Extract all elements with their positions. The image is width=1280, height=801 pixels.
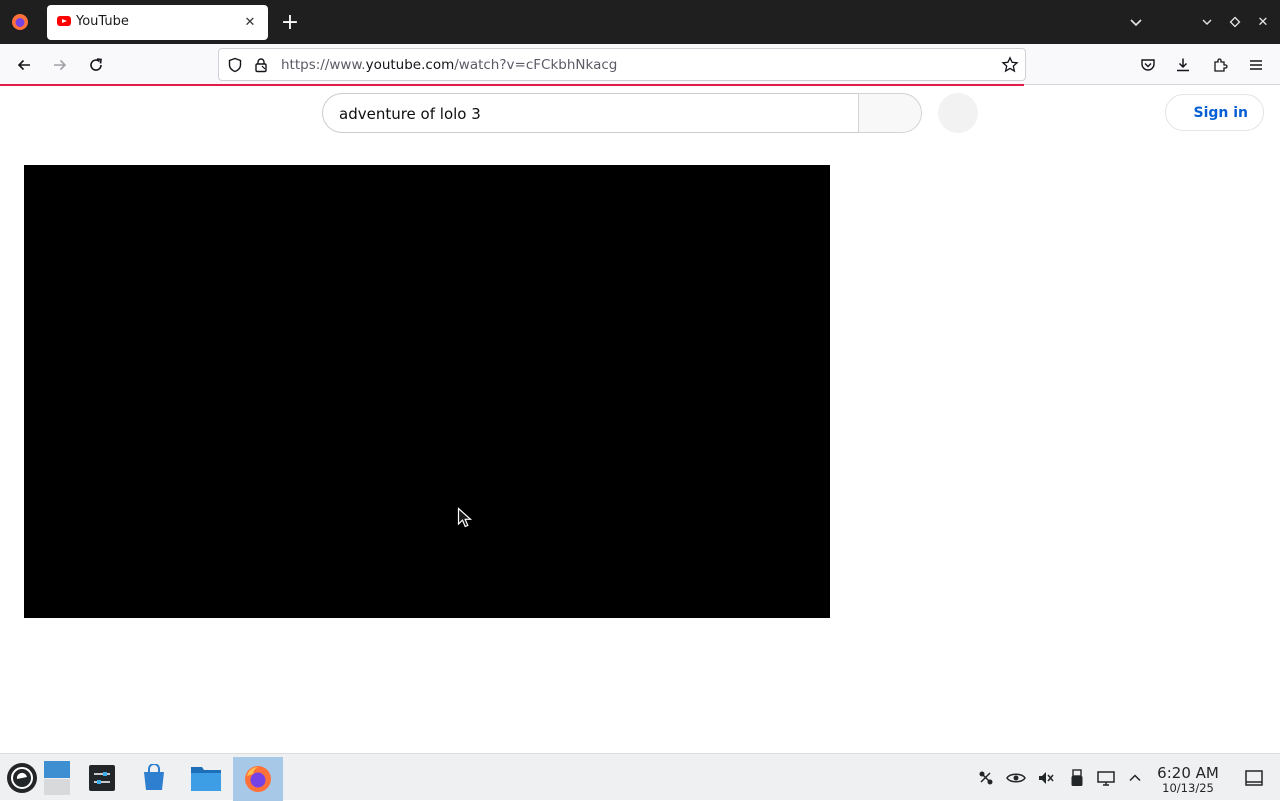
shield-icon[interactable] xyxy=(227,57,243,77)
forward-arrow-icon[interactable] xyxy=(47,52,73,78)
voice-search-button[interactable] xyxy=(938,93,978,133)
desktop-pager-icon[interactable] xyxy=(42,758,72,798)
reload-icon[interactable] xyxy=(83,52,109,78)
url-text: https://www.youtube.com/watch?v=cFCkbhNk… xyxy=(281,57,618,73)
hamburger-menu-icon[interactable] xyxy=(1243,52,1269,78)
sign-in-label: Sign in xyxy=(1193,105,1248,121)
firefox-taskbar-icon[interactable] xyxy=(233,757,283,801)
chevron-down-icon[interactable] xyxy=(1124,10,1148,34)
volume-muted-icon[interactable] xyxy=(1036,768,1056,788)
pocket-icon[interactable] xyxy=(1135,52,1161,78)
video-player[interactable] xyxy=(24,165,830,618)
search-button[interactable] xyxy=(858,93,922,133)
tab-title: YouTube xyxy=(76,14,129,29)
clock-date[interactable]: 10/13/25 xyxy=(1150,781,1226,795)
page-load-progress xyxy=(0,84,1024,86)
youtube-favicon xyxy=(57,16,71,26)
extensions-icon[interactable] xyxy=(1207,52,1233,78)
plus-icon[interactable]: + xyxy=(278,10,302,35)
search-input[interactable]: adventure of lolo 3 xyxy=(322,93,859,133)
firefox-icon[interactable] xyxy=(8,10,32,34)
close-window-icon[interactable]: ✕ xyxy=(1253,12,1273,32)
sign-in-button[interactable]: Sign in xyxy=(1165,94,1264,131)
maximize-icon[interactable] xyxy=(1225,12,1245,32)
network-icon[interactable] xyxy=(976,768,996,788)
display-icon[interactable] xyxy=(1096,768,1116,788)
toolbar-separator xyxy=(1024,84,1280,85)
browser-tab-strip: YouTube ✕ + ✕ xyxy=(0,0,1280,44)
clock-time[interactable]: 6:20 AM xyxy=(1150,764,1226,782)
url-bar[interactable]: https://www.youtube.com/watch?v=cFCkbhNk… xyxy=(218,48,1026,81)
eye-icon[interactable] xyxy=(1006,768,1026,788)
lock-icon[interactable] xyxy=(253,57,269,77)
file-manager-icon[interactable] xyxy=(187,758,225,798)
download-icon[interactable] xyxy=(1170,52,1196,78)
chevron-up-icon[interactable] xyxy=(1125,768,1145,788)
navigation-toolbar: https://www.youtube.com/watch?v=cFCkbhNk… xyxy=(0,44,1280,85)
software-store-icon[interactable] xyxy=(136,758,172,798)
usb-device-icon[interactable] xyxy=(1067,768,1087,788)
system-settings-icon[interactable] xyxy=(84,758,120,798)
back-arrow-icon[interactable] xyxy=(11,52,37,78)
mouse-cursor-icon xyxy=(457,507,473,533)
application-launcher-icon[interactable] xyxy=(4,758,40,798)
search-query: adventure of lolo 3 xyxy=(339,105,481,123)
show-desktop-icon[interactable] xyxy=(1244,768,1264,788)
taskbar: 6:20 AM 10/13/25 xyxy=(0,753,1280,801)
star-icon[interactable] xyxy=(1001,56,1019,78)
tab-youtube[interactable]: YouTube ✕ xyxy=(47,5,268,40)
close-icon[interactable]: ✕ xyxy=(240,12,260,32)
minimize-icon[interactable] xyxy=(1197,12,1217,32)
